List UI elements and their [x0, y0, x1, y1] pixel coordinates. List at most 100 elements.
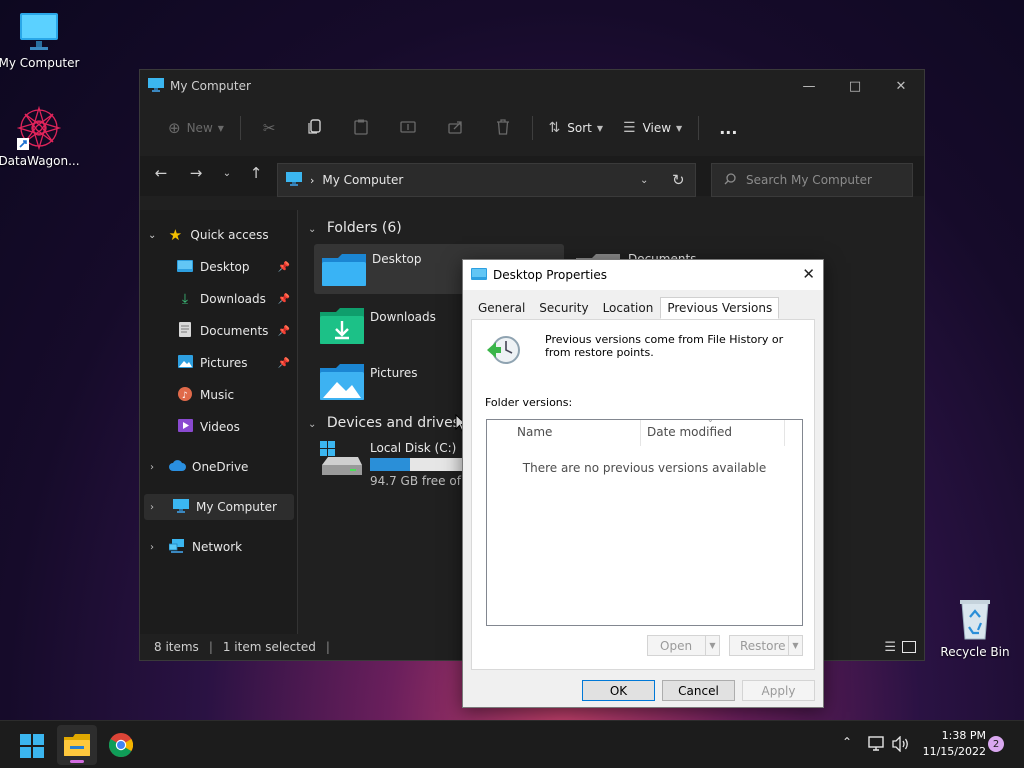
nav-item-desktop[interactable]: Desktop 📌 — [140, 254, 296, 280]
pin-icon: 📌 — [277, 261, 290, 273]
taskbar-file-explorer[interactable] — [57, 725, 97, 765]
nav-network[interactable]: › Network — [140, 534, 296, 560]
maximize-button[interactable]: □ — [832, 70, 878, 102]
column-header-date-modified[interactable]: ⌄ Date modified — [641, 415, 785, 446]
more-options-button[interactable]: ... — [705, 112, 751, 144]
nav-item-videos[interactable]: Videos — [140, 414, 296, 440]
refresh-icon[interactable]: ↻ — [672, 171, 685, 189]
open-button[interactable]: Open ▼ — [647, 635, 720, 656]
forward-button[interactable]: → — [184, 164, 208, 182]
windows-logo-icon — [20, 734, 44, 761]
nav-label: Videos — [200, 420, 240, 434]
nav-my-computer[interactable]: › My Computer — [144, 494, 294, 520]
chevron-down-icon: ⌄ — [308, 224, 317, 235]
dialog-tabs: General Security Location Previous Versi… — [471, 297, 780, 319]
paste-button[interactable] — [338, 112, 384, 144]
network-status-icon[interactable] — [868, 736, 886, 755]
dialog-titlebar[interactable]: Desktop Properties — [463, 260, 823, 290]
address-bar[interactable]: › My Computer ⌄ ↻ — [277, 163, 696, 197]
tab-general[interactable]: General — [471, 297, 532, 319]
star-icon: ★ — [168, 226, 183, 244]
group-header-label: Devices and drives ( — [326, 415, 470, 431]
tab-label: Location — [602, 301, 654, 315]
volume-icon[interactable] — [892, 735, 910, 755]
pin-icon: 📌 — [277, 293, 290, 305]
chevron-down-icon: ⌄ — [308, 419, 317, 430]
folder-downloads[interactable]: Downloads — [320, 308, 436, 347]
copy-button[interactable] — [292, 112, 338, 144]
nav-onedrive[interactable]: › OneDrive — [140, 454, 296, 480]
cut-button[interactable]: ✂ — [247, 112, 292, 144]
tab-label: Security — [539, 301, 589, 315]
address-row: ← → ⌄ ↑ › My Computer ⌄ ↻ Search My Comp… — [140, 156, 924, 197]
nav-item-music[interactable]: ♪ Music — [140, 382, 296, 408]
button-label: Cancel — [678, 683, 719, 698]
toolbar-separator — [698, 116, 700, 140]
tab-location[interactable]: Location — [596, 297, 661, 319]
trash-icon — [496, 118, 510, 138]
nav-label: Network — [192, 540, 243, 554]
tiles-view-icon[interactable] — [902, 641, 916, 653]
desktop-icon-my-computer[interactable]: My Computer — [0, 10, 81, 70]
show-hidden-icons-button[interactable]: ⌃ — [842, 735, 852, 749]
share-button[interactable] — [432, 112, 480, 144]
breadcrumb-current: My Computer — [322, 173, 404, 187]
drive-usage-bar — [370, 458, 464, 471]
dialog-close-button[interactable]: ✕ — [802, 265, 815, 283]
notification-count: 2 — [992, 738, 1000, 750]
cloud-icon — [168, 460, 186, 474]
nav-quick-access[interactable]: ⌄ ★ Quick access — [140, 222, 296, 248]
nav-item-pictures[interactable]: Pictures 📌 — [140, 350, 296, 376]
search-box[interactable]: Search My Computer — [711, 163, 913, 197]
clock-time: 1:38 PM — [941, 729, 986, 742]
desktop-icon-recycle-bin[interactable]: Recycle Bin — [933, 597, 1017, 659]
rename-icon — [399, 120, 416, 137]
column-header-name[interactable]: Name — [487, 420, 641, 446]
previous-versions-panel: Previous versions come from File History… — [471, 319, 815, 670]
desktop-icon-label: DataWagon... — [0, 154, 80, 168]
start-button[interactable] — [20, 734, 44, 761]
search-icon — [724, 172, 736, 188]
nav-label: Pictures — [200, 356, 248, 370]
monitor-icon — [286, 171, 302, 189]
search-placeholder: Search My Computer — [746, 173, 872, 187]
recent-locations-button[interactable]: ⌄ — [215, 168, 239, 179]
close-button[interactable]: ✕ — [878, 70, 924, 102]
cancel-button[interactable]: Cancel — [662, 680, 735, 701]
chevron-down-icon: ⌄ — [148, 229, 157, 241]
drive-c[interactable]: Local Disk (C:) 94.7 GB free of 11 — [320, 441, 480, 488]
back-button[interactable]: ← — [149, 164, 173, 182]
nav-item-downloads[interactable]: ⤓ Downloads 📌 — [140, 286, 296, 312]
tab-previous-versions[interactable]: Previous Versions — [660, 297, 780, 319]
taskbar: ⌃ 1:38 PM 11/15/2022 2 — [0, 720, 1024, 768]
details-view-icon[interactable]: ☰ — [884, 640, 896, 655]
notification-badge[interactable]: 2 — [988, 736, 1004, 752]
sort-button[interactable]: ⇅ Sort ▼ — [539, 112, 614, 144]
minimize-button[interactable]: — — [786, 70, 832, 102]
nav-item-documents[interactable]: Documents 📌 — [140, 318, 296, 344]
pin-icon: 📌 — [277, 357, 290, 369]
folder-pictures[interactable]: Pictures — [320, 364, 418, 403]
delete-button[interactable] — [480, 112, 526, 144]
apply-button[interactable]: Apply — [742, 680, 815, 701]
nav-label: Desktop — [200, 260, 250, 274]
folder-icon — [64, 734, 90, 759]
ok-button[interactable]: OK — [582, 680, 655, 701]
devices-group-header[interactable]: ⌄ Devices and drives ( — [308, 415, 470, 431]
taskbar-chrome[interactable] — [108, 733, 134, 760]
new-button[interactable]: ⊕ New ▼ — [158, 112, 234, 144]
folders-group-header[interactable]: ⌄ Folders (6) — [308, 220, 402, 236]
up-button[interactable]: ↑ — [244, 164, 268, 182]
desktop-folder-icon — [322, 252, 366, 289]
address-dropdown-button[interactable]: ⌄ — [640, 175, 648, 186]
rename-button[interactable] — [384, 112, 432, 144]
status-item-count: 8 items — [154, 640, 199, 654]
restore-button[interactable]: Restore ▼ — [729, 635, 803, 656]
status-separator: | — [208, 640, 213, 654]
clock[interactable]: 1:38 PM 11/15/2022 — [916, 728, 986, 760]
nav-label: Quick access — [190, 228, 269, 242]
versions-list[interactable]: Name ⌄ Date modified There are no previo… — [486, 415, 803, 626]
desktop-icon-datawagon[interactable]: DataWagon... — [0, 105, 81, 168]
view-button[interactable]: ☰ View ▼ — [613, 112, 692, 144]
tab-security[interactable]: Security — [532, 297, 595, 319]
